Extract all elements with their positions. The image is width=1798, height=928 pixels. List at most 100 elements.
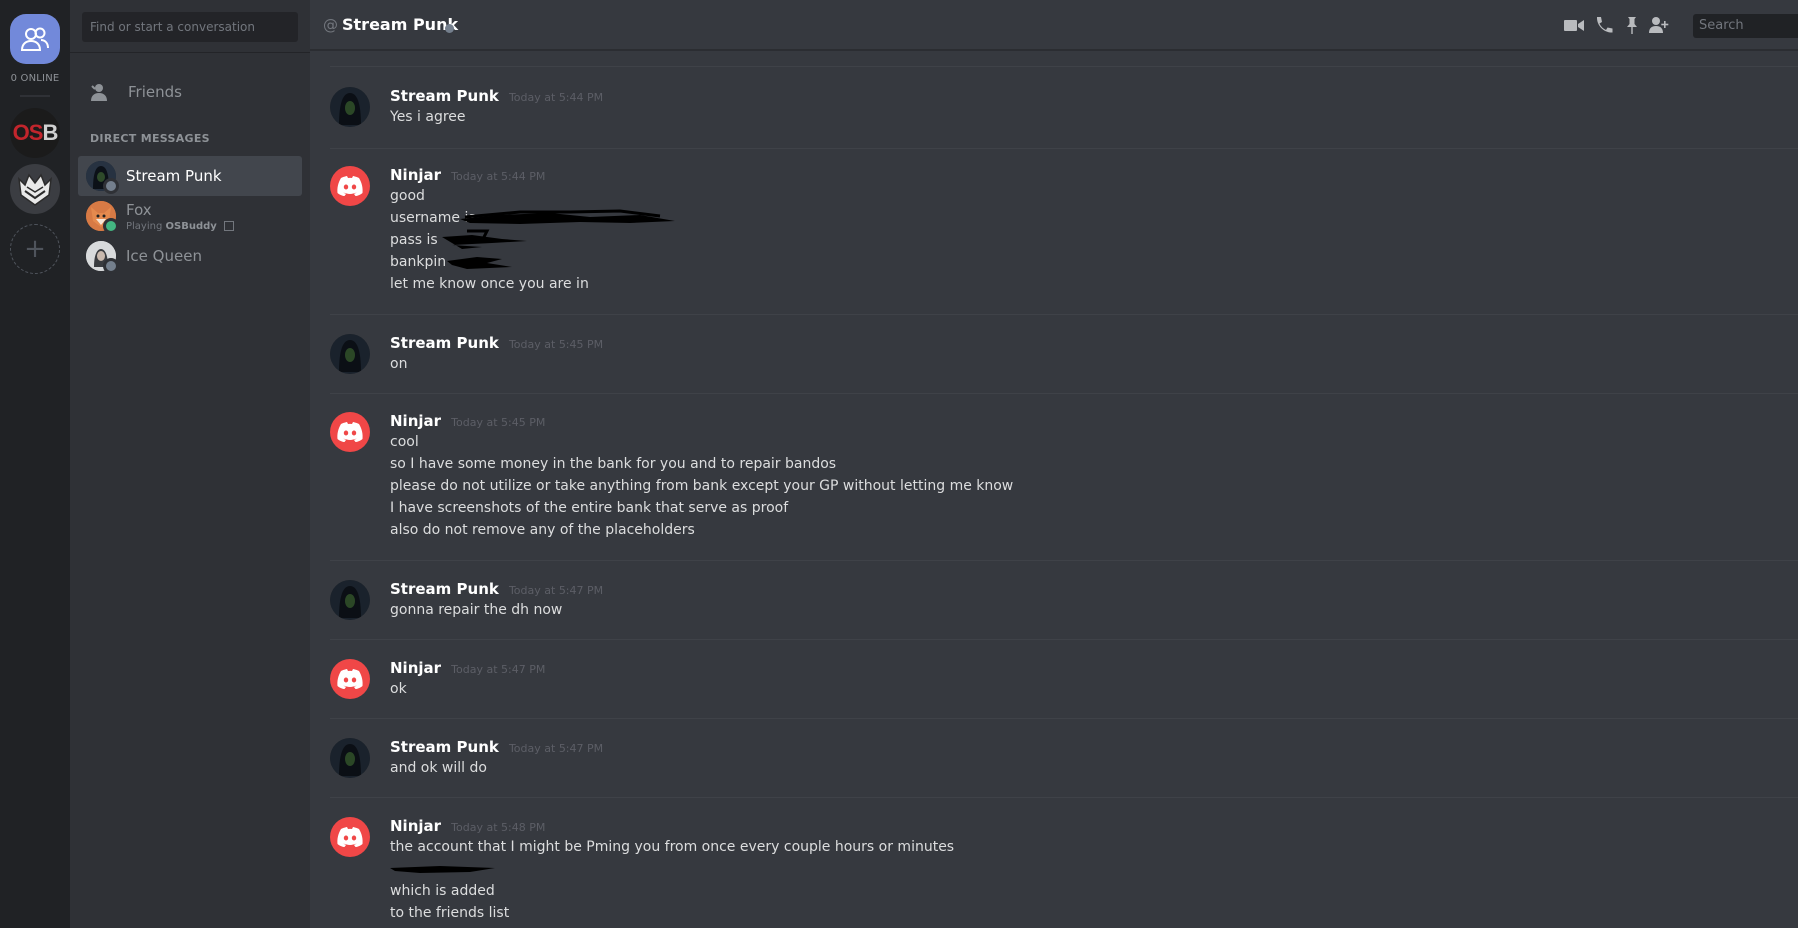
chat-header: @ Stream Punk Search xyxy=(310,0,1798,50)
author-name[interactable]: Ninjar xyxy=(390,166,441,184)
message-text: also do not remove any of the placeholde… xyxy=(390,522,695,538)
message-group: Ninjar Today at 5:45 PM cool so I have s… xyxy=(330,411,1798,541)
rail-divider xyxy=(20,95,50,97)
author-name[interactable]: Stream Punk xyxy=(390,87,499,105)
avatar[interactable] xyxy=(330,87,370,127)
message-header: Ninjar Today at 5:44 PM xyxy=(390,165,545,184)
message-header: Stream Punk Today at 5:45 PM xyxy=(390,333,603,352)
message-text: cool xyxy=(390,434,419,450)
activity-prefix: Playing xyxy=(126,220,166,232)
message-divider xyxy=(330,393,1798,394)
discord-logo-icon xyxy=(337,176,363,196)
author-name[interactable]: Stream Punk xyxy=(390,334,499,352)
add-server-button[interactable]: + xyxy=(10,224,60,274)
author-name[interactable]: Ninjar xyxy=(390,817,441,835)
discord-logo-icon xyxy=(337,422,363,442)
message-group: Ninjar Today at 5:47 PM ok xyxy=(330,658,1798,708)
message-text: ok xyxy=(390,681,407,697)
message-text: good xyxy=(390,188,425,204)
message-header: Stream Punk Today at 5:47 PM xyxy=(390,579,603,598)
status-offline-dot xyxy=(103,258,119,274)
add-friend-icon[interactable] xyxy=(1648,15,1670,35)
dm-name: Stream Punk xyxy=(126,167,222,185)
author-name[interactable]: Ninjar xyxy=(390,659,441,677)
message-divider xyxy=(330,797,1798,798)
server-osb-logo-os: OS xyxy=(12,120,44,145)
server-osb[interactable]: OS B xyxy=(10,108,60,158)
author-name[interactable]: Stream Punk xyxy=(390,580,499,598)
hooded-figure-icon xyxy=(330,580,370,620)
message-group: Ninjar Today at 5:48 PM the account that… xyxy=(330,816,1798,928)
message-text: which is added xyxy=(390,883,495,899)
avatar[interactable] xyxy=(330,738,370,778)
pin-icon[interactable] xyxy=(1621,15,1643,35)
timestamp: Today at 5:45 PM xyxy=(451,416,546,429)
dm-text-block: Fox Playing OSBuddy xyxy=(126,201,234,232)
avatar[interactable] xyxy=(330,166,370,206)
avatar xyxy=(86,241,119,274)
timestamp: Today at 5:47 PM xyxy=(508,742,604,755)
voice-call-icon[interactable] xyxy=(1593,15,1615,35)
plus-icon: + xyxy=(24,234,46,264)
shield-crown-icon xyxy=(17,173,53,206)
dm-sidebar: Find or start a conversation Friends DIR… xyxy=(70,0,310,928)
dm-item-ice-queen[interactable]: Ice Queen xyxy=(78,236,302,276)
message-divider xyxy=(330,718,1798,719)
friends-nav-item[interactable]: Friends xyxy=(78,72,302,112)
activity-game: OSBuddy xyxy=(165,220,217,232)
message-text: Yes i agree xyxy=(390,109,466,125)
video-call-icon[interactable] xyxy=(1563,15,1585,35)
message-text: the account that I might be Pming you fr… xyxy=(390,839,955,855)
dm-item-stream-punk[interactable]: Stream Punk xyxy=(78,156,302,196)
message-text: please do not utilize or take anything f… xyxy=(390,478,1014,494)
message-text: and ok will do xyxy=(390,760,487,776)
avatar[interactable] xyxy=(330,659,370,699)
avatar[interactable] xyxy=(330,334,370,374)
direct-messages-header: DIRECT MESSAGES xyxy=(90,132,210,145)
message-divider xyxy=(330,66,1798,67)
message-text: gonna repair the dh now xyxy=(390,602,563,618)
message-group: Stream Punk Today at 5:47 PM gonna repai… xyxy=(330,579,1798,629)
dm-item-fox[interactable]: Fox Playing OSBuddy xyxy=(78,196,302,236)
avatar[interactable] xyxy=(330,412,370,452)
redaction-scribble xyxy=(447,257,512,269)
header-search-input[interactable]: Search xyxy=(1693,14,1798,38)
message-text: so I have some money in the bank for you… xyxy=(390,456,837,472)
message-group: Stream Punk Today at 5:44 PM Yes i agree xyxy=(330,86,1798,136)
avatar xyxy=(86,201,119,234)
message-group: Stream Punk Today at 5:47 PM and ok will… xyxy=(330,737,1798,787)
author-name[interactable]: Ninjar xyxy=(390,412,441,430)
message-header: Ninjar Today at 5:48 PM xyxy=(390,816,545,835)
message-text: bankpin xyxy=(390,254,447,270)
home-friends-button[interactable] xyxy=(10,14,60,64)
timestamp: Today at 5:48 PM xyxy=(451,821,546,834)
timestamp: Today at 5:45 PM xyxy=(508,338,604,351)
hooded-figure-icon xyxy=(330,738,370,778)
friends-label: Friends xyxy=(128,83,182,101)
dm-activity: Playing OSBuddy xyxy=(126,220,234,232)
timestamp: Today at 5:47 PM xyxy=(508,584,604,597)
dm-name: Fox xyxy=(126,200,152,219)
message-text: let me know once you are in xyxy=(390,276,589,292)
dm-search-input[interactable]: Find or start a conversation xyxy=(82,12,298,42)
redaction-scribble xyxy=(390,866,495,873)
message-text: I have screenshots of the entire bank th… xyxy=(390,500,789,516)
avatar[interactable] xyxy=(330,817,370,857)
message-divider xyxy=(330,560,1798,561)
server-rail: 0 ONLINE OS B + xyxy=(0,0,70,928)
message-divider xyxy=(330,314,1798,315)
server-shield[interactable] xyxy=(10,164,60,214)
message-text: pass is xyxy=(390,232,438,248)
online-count: 0 ONLINE xyxy=(10,73,60,84)
message-divider xyxy=(330,639,1798,640)
message-group: Stream Punk Today at 5:45 PM on xyxy=(330,333,1798,383)
server-osb-logo-b: B xyxy=(42,120,58,145)
author-name[interactable]: Stream Punk xyxy=(390,738,499,756)
chat-main: @ Stream Punk Search Stream Punk Today a… xyxy=(310,0,1798,928)
message-header: Ninjar Today at 5:47 PM xyxy=(390,658,545,677)
message-divider xyxy=(330,148,1798,149)
avatar[interactable] xyxy=(330,580,370,620)
message-header: Ninjar Today at 5:45 PM xyxy=(390,411,545,430)
message-text: on xyxy=(390,356,408,372)
status-offline-dot xyxy=(103,178,119,194)
